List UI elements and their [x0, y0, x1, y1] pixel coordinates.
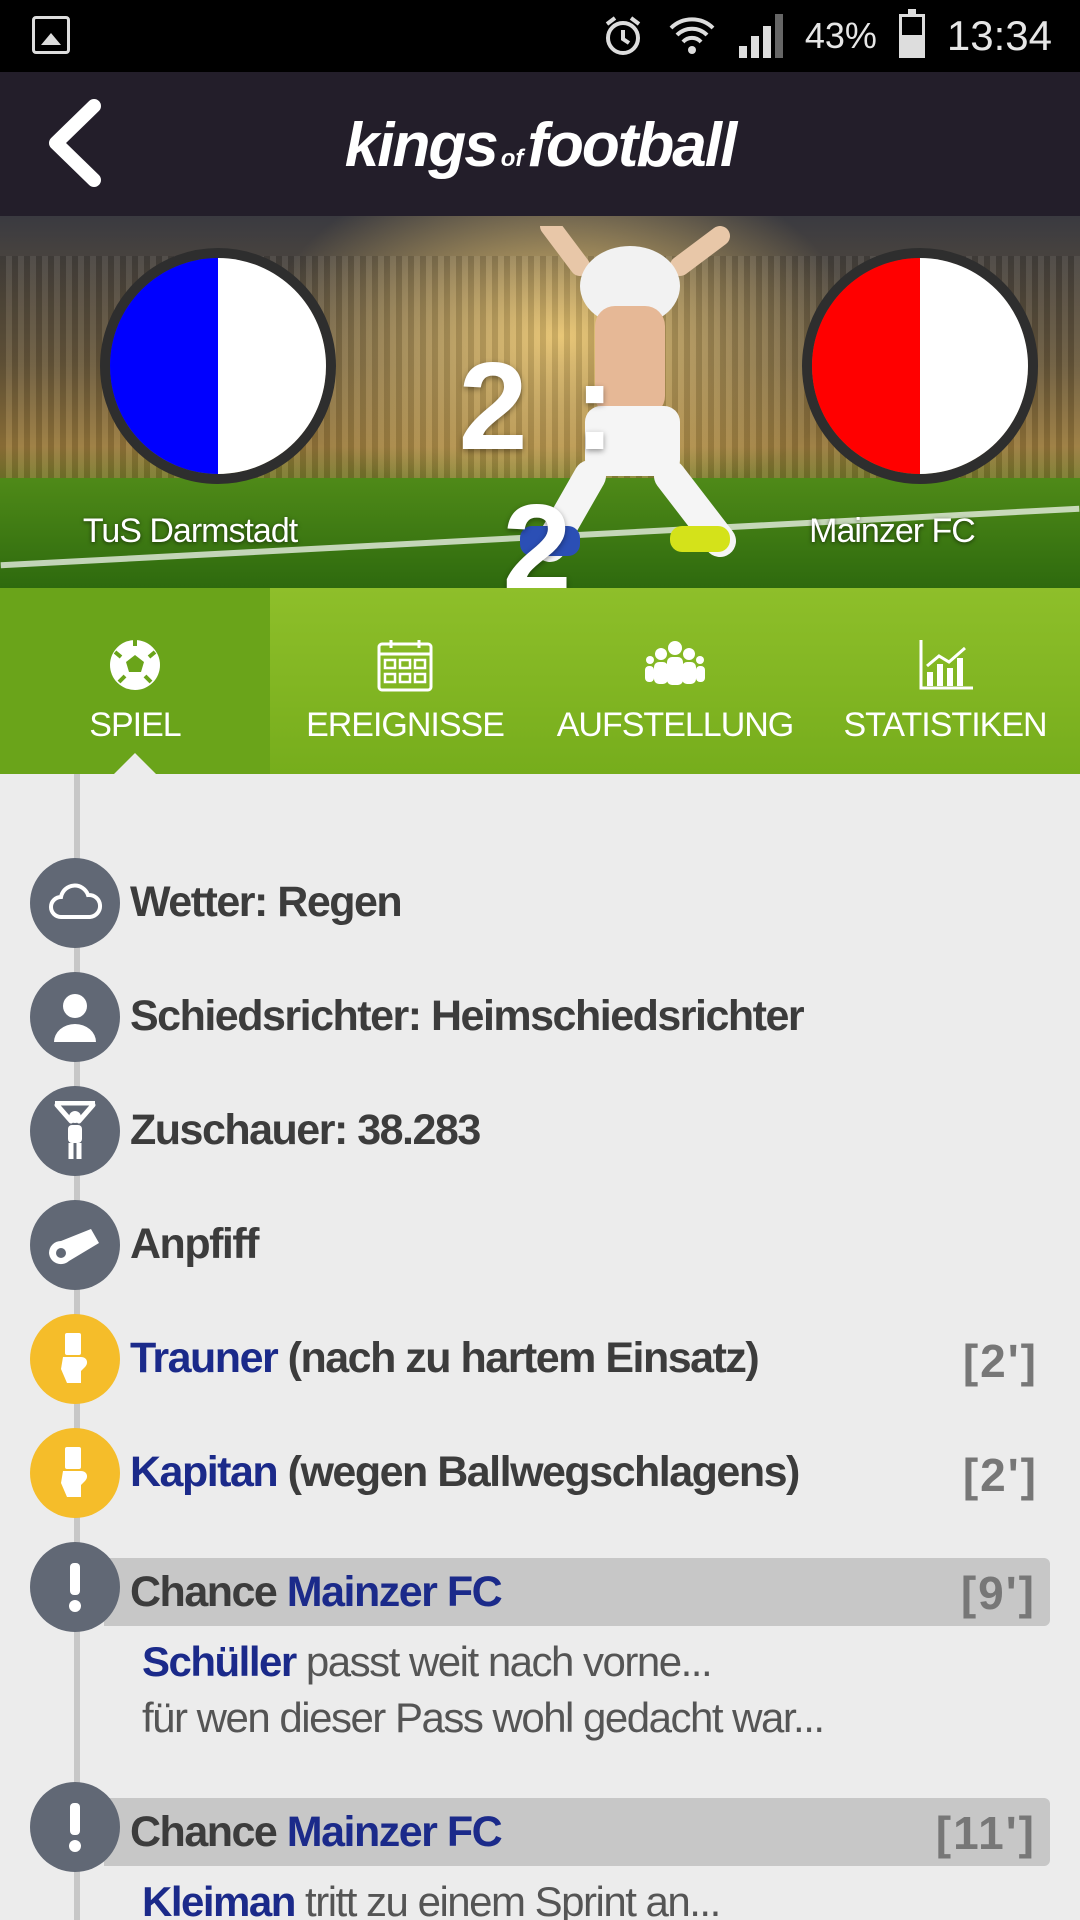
yellow-card-icon: [30, 1314, 120, 1404]
soccer-ball-icon: [110, 640, 160, 690]
cloud-icon: [30, 858, 120, 948]
referee-icon: [30, 972, 120, 1062]
team-icon: [645, 641, 705, 685]
tab-label: STATISTIKEN: [843, 706, 1047, 744]
chance-event-row[interactable]: Chance Mainzer FC [9']: [0, 1542, 1080, 1632]
chance-line: passt weit nach vorne...: [295, 1638, 713, 1685]
match-score: 2 : 2: [458, 338, 622, 588]
tab-spiel[interactable]: SPIEL: [0, 588, 270, 774]
info-row-referee: Schiedsrichter: Heimschiedsrichter: [0, 972, 1080, 1062]
chance-description: Schüller passt weit nach vorne... für we…: [142, 1634, 825, 1746]
status-icons: 43% 13:34: [601, 0, 1052, 72]
info-row-kickoff: Anpfiff: [0, 1200, 1080, 1290]
chance-event-row[interactable]: Chance Mainzer FC [11']: [0, 1782, 1080, 1872]
card-event-row[interactable]: Trauner (nach zu hartem Einsatz) [2']: [0, 1314, 1080, 1404]
info-row-weather: Wetter: Regen: [0, 858, 1080, 948]
event-minute: [2']: [962, 1449, 1038, 1501]
tab-aufstellung[interactable]: AUFSTELLUNG: [540, 588, 810, 774]
home-color-right: [218, 258, 326, 474]
chance-title: Chance Mainzer FC: [130, 1808, 503, 1857]
chart-icon: [919, 640, 973, 690]
kickoff-text: Anpfiff: [130, 1220, 260, 1268]
chance-header: Chance Mainzer FC [9']: [104, 1558, 1050, 1626]
chance-description: Kleiman tritt zu einem Sprint an...: [142, 1874, 721, 1920]
status-bar: 43% 13:34: [0, 0, 1080, 72]
home-team-badge[interactable]: [100, 248, 336, 484]
weather-text: Wetter: Regen: [130, 878, 403, 926]
logo-text-of: of: [500, 145, 524, 172]
battery-percent: 43%: [804, 15, 877, 56]
spectators-text: Zuschauer: 38.283: [130, 1106, 481, 1154]
chance-title: Chance Mainzer FC: [130, 1568, 503, 1617]
match-header: 2 : 2 TuS Darmstadt Mainzer FC: [0, 216, 1080, 588]
card-reason: (nach zu hartem Einsatz): [277, 1334, 760, 1382]
tab-ereignisse[interactable]: EREIGNISSE: [270, 588, 540, 774]
exclamation-icon: [30, 1542, 120, 1632]
app-bar: kings offootball: [0, 72, 1080, 216]
battery-icon: [898, 9, 925, 58]
chance-team[interactable]: Mainzer FC: [287, 1808, 503, 1856]
card-event-text: Kapitan (wegen Ballwegschlagens): [130, 1448, 801, 1497]
tab-label: EREIGNISSE: [306, 706, 505, 744]
match-feed: Wetter: Regen Schiedsrichter: Heimschied…: [0, 774, 1080, 1920]
event-minute: [11']: [935, 1807, 1036, 1859]
whistle-icon: [30, 1200, 120, 1290]
chance-line: tritt zu einem Sprint an...: [294, 1878, 721, 1920]
chance-label: Chance: [130, 1568, 287, 1616]
chance-line: für wen dieser Pass wohl gedacht war...: [142, 1694, 825, 1741]
away-color-left: [812, 258, 920, 474]
home-team-name[interactable]: TuS Darmstadt: [40, 512, 340, 551]
fan-icon: [30, 1086, 120, 1176]
yellow-card-icon: [30, 1428, 120, 1518]
home-color-left: [110, 258, 218, 474]
away-team-badge[interactable]: [802, 248, 1038, 484]
referee-text: Schiedsrichter: Heimschiedsrichter: [130, 992, 805, 1040]
chance-header: Chance Mainzer FC [11']: [104, 1798, 1050, 1866]
card-event-text: Trauner (nach zu hartem Einsatz): [130, 1334, 760, 1383]
card-event-row[interactable]: Kapitan (wegen Ballwegschlagens) [2']: [0, 1428, 1080, 1518]
player-name[interactable]: Trauner: [130, 1334, 279, 1382]
player-name[interactable]: Schüller: [142, 1638, 297, 1685]
wifi-icon: [669, 17, 715, 54]
away-color-right: [920, 258, 1028, 474]
match-tabs: SPIEL EREIGNISSE AUFSTELLUNG STATISTIKEN: [0, 588, 1080, 774]
gallery-notification-icon: [32, 16, 70, 54]
info-row-spectators: Zuschauer: 38.283: [0, 1086, 1080, 1176]
player-name[interactable]: Kapitan: [130, 1448, 279, 1496]
tab-statistiken[interactable]: STATISTIKEN: [810, 588, 1080, 774]
tab-label: AUFSTELLUNG: [556, 706, 795, 744]
chance-label: Chance: [130, 1808, 287, 1856]
signal-icon: [738, 14, 783, 58]
card-reason: (wegen Ballwegschlagens): [277, 1448, 801, 1496]
tab-label: SPIEL: [89, 706, 181, 744]
away-team-name[interactable]: Mainzer FC: [742, 512, 1042, 551]
calendar-icon: [377, 640, 433, 692]
event-minute: [9']: [960, 1567, 1036, 1619]
alarm-icon: [605, 16, 641, 55]
app-logo: kings offootball: [0, 110, 1080, 181]
logo-text-kings: kings: [344, 111, 499, 180]
clock: 13:34: [946, 12, 1052, 59]
logo-text-football: football: [527, 111, 737, 180]
player-name[interactable]: Kleiman: [142, 1878, 296, 1920]
exclamation-icon: [30, 1782, 120, 1872]
event-minute: [2']: [962, 1335, 1038, 1387]
chance-team[interactable]: Mainzer FC: [287, 1568, 503, 1616]
